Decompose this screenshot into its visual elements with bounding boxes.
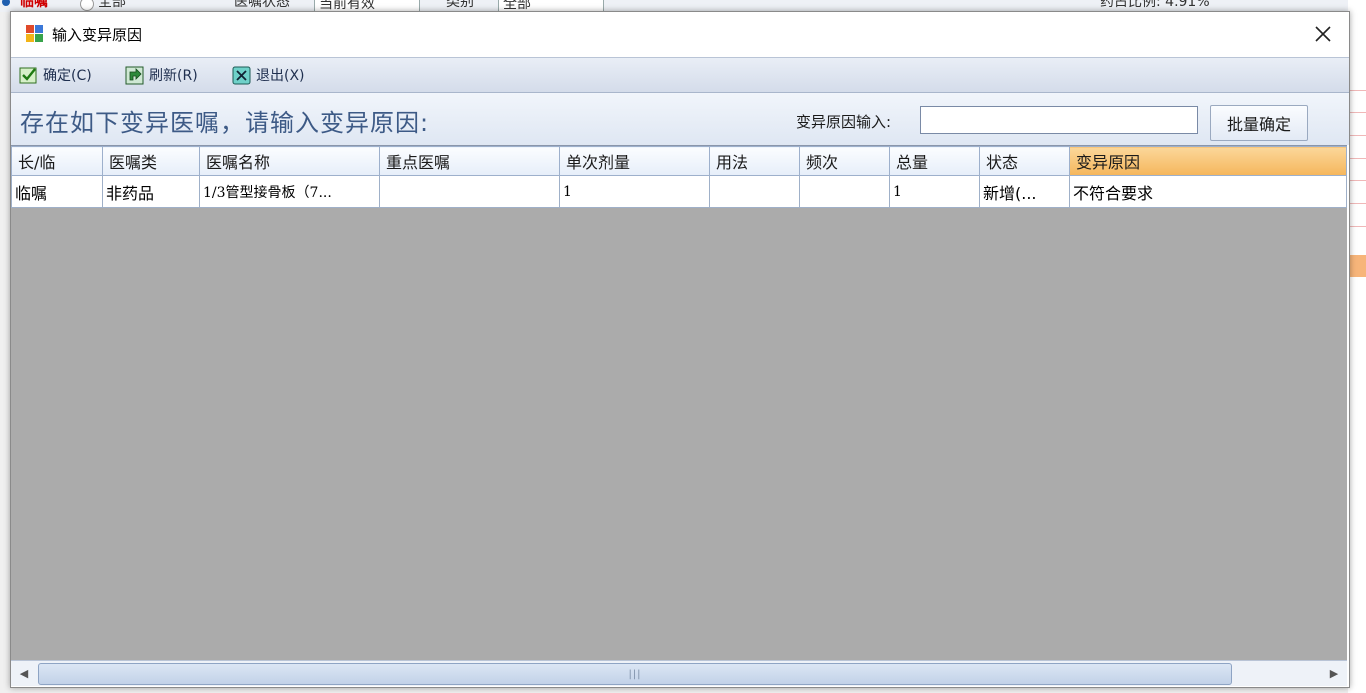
table-cell[interactable]: 1 [889, 175, 980, 208]
column-header[interactable]: 重点医嘱 [379, 146, 560, 176]
scroll-left-arrow-icon[interactable]: ◀ [11, 661, 37, 686]
table-cell[interactable] [709, 175, 800, 208]
table-cell[interactable] [799, 175, 890, 208]
confirm-button[interactable]: 确定(C) [19, 64, 92, 86]
variation-reason-dialog: 输入变异原因 确定(C) 刷新(R) 退出(X) 存在如下变异医嘱，请输入变异原… [10, 11, 1350, 688]
column-header[interactable]: 总量 [889, 146, 980, 176]
close-icon [1315, 26, 1331, 42]
column-header[interactable]: 长/临 [11, 146, 103, 176]
table-cell[interactable]: 新增(... [979, 175, 1070, 208]
close-button[interactable] [1301, 12, 1345, 56]
all-option-label: 全部 [98, 0, 126, 10]
dialog-title: 输入变异原因 [52, 26, 143, 44]
drug-ratio-text: 药占比例: 4.91% [1100, 0, 1210, 10]
category-label: 类别 [446, 0, 474, 10]
status-label: 医嘱状态 [234, 0, 290, 10]
refresh-button[interactable]: 刷新(R) [125, 64, 198, 86]
exit-icon [232, 66, 251, 85]
table-cell[interactable]: 1 [559, 175, 710, 208]
app-icon [26, 25, 44, 43]
exit-button[interactable]: 退出(X) [232, 64, 305, 86]
refresh-label: 刷新(R) [149, 68, 198, 84]
refresh-icon [125, 66, 144, 85]
table-cell[interactable]: 非药品 [102, 175, 200, 208]
info-heading: 存在如下变异医嘱，请输入变异原因: [20, 109, 430, 137]
horizontal-scrollbar[interactable]: ◀ ||| ▶ [11, 660, 1347, 686]
check-icon [19, 66, 38, 85]
radio-all-icon[interactable] [80, 0, 94, 11]
scroll-right-arrow-icon[interactable]: ▶ [1321, 661, 1347, 686]
column-header[interactable]: 单次剂量 [559, 146, 710, 176]
order-table: 长/临 医嘱类 医嘱名称 重点医嘱 单次剂量 用法 频次 总量 状态 变异原因 … [11, 146, 1347, 208]
info-bar: 存在如下变异医嘱，请输入变异原因: 变异原因输入: 批量确定 [11, 93, 1349, 145]
reason-input-label: 变异原因输入: [796, 113, 892, 131]
column-header-active[interactable]: 变异原因 [1069, 146, 1347, 176]
radio-selected-icon [2, 0, 10, 6]
table-header-row: 长/临 医嘱类 医嘱名称 重点医嘱 单次剂量 用法 频次 总量 状态 变异原因 [11, 146, 1347, 176]
column-header[interactable]: 医嘱类 [102, 146, 200, 176]
dialog-titlebar: 输入变异原因 [11, 12, 1349, 56]
toolbar: 确定(C) 刷新(R) 退出(X) [11, 57, 1349, 93]
reason-input[interactable] [920, 106, 1198, 134]
column-header[interactable]: 频次 [799, 146, 890, 176]
exit-label: 退出(X) [256, 68, 305, 84]
column-header[interactable]: 用法 [709, 146, 800, 176]
order-grid: 长/临 医嘱类 医嘱名称 重点医嘱 单次剂量 用法 频次 总量 状态 变异原因 … [11, 145, 1347, 660]
background-left-edge [0, 60, 10, 280]
scrollbar-thumb[interactable]: ||| [38, 663, 1232, 685]
batch-confirm-button[interactable]: 批量确定 [1210, 105, 1308, 141]
background-right-edge [1348, 0, 1366, 693]
table-cell[interactable]: 1/3管型接骨板（7... [199, 175, 380, 208]
table-cell-reason[interactable]: 不符合要求 [1069, 175, 1347, 208]
table-cell[interactable] [379, 175, 560, 208]
column-header[interactable]: 状态 [979, 146, 1070, 176]
confirm-label: 确定(C) [43, 68, 92, 84]
table-cell[interactable]: 临嘱 [11, 175, 103, 208]
column-header[interactable]: 医嘱名称 [199, 146, 380, 176]
order-type-label: 临嘱 [20, 0, 48, 10]
table-row[interactable]: 临嘱 非药品 1/3管型接骨板（7... 1 1 新增(... 不符合要求 [11, 175, 1347, 208]
